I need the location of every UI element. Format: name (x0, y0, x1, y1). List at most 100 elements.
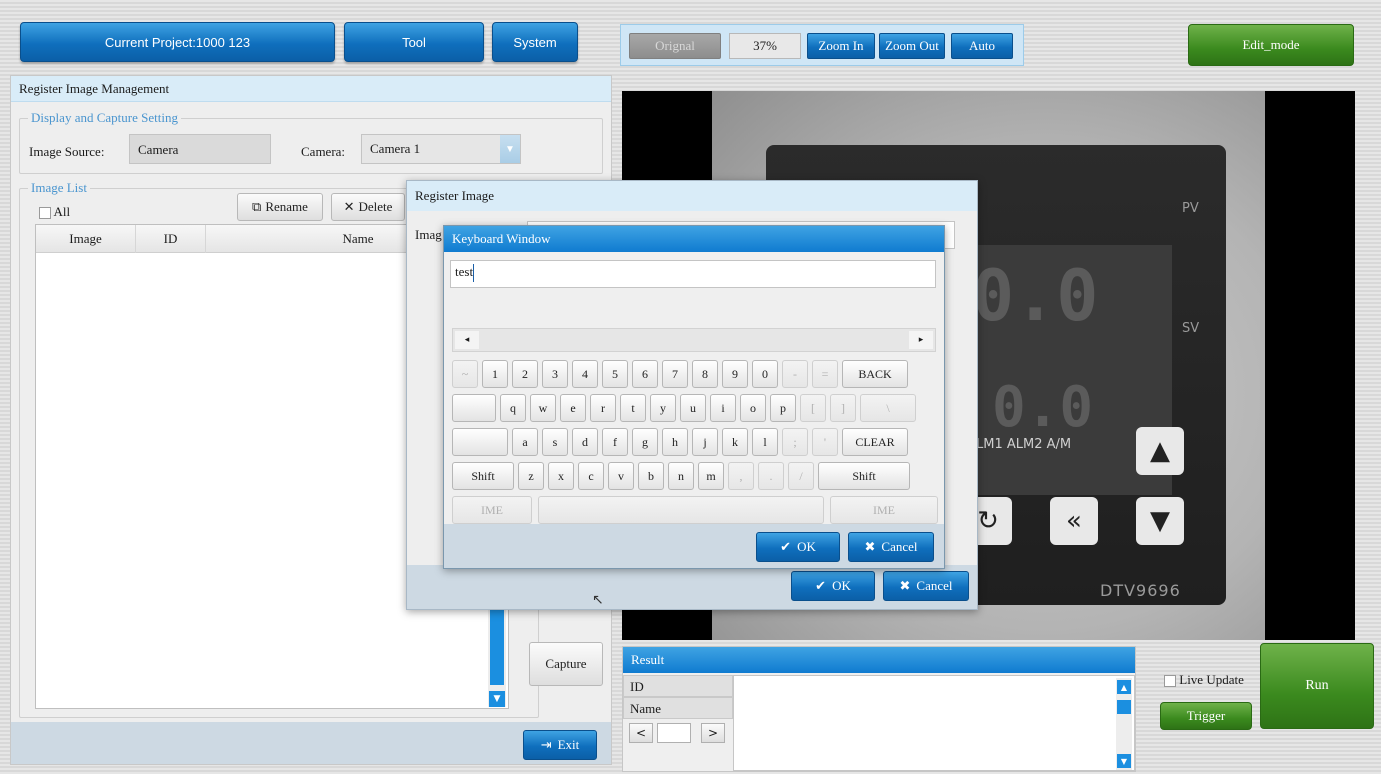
shift-left-key[interactable]: Shift (452, 462, 514, 490)
exit-button[interactable]: ⇥ Exit (523, 730, 597, 760)
key-0[interactable]: ~ (452, 360, 478, 388)
scroll-down-icon[interactable]: ▼ (489, 691, 505, 707)
key-2[interactable]: 2 (512, 360, 538, 388)
scroll-down-icon[interactable]: ▼ (1117, 754, 1131, 768)
camera-select[interactable]: Camera 1 ▼ (361, 134, 521, 164)
key-][interactable]: ] (830, 394, 856, 422)
run-button[interactable]: Run (1260, 643, 1374, 729)
auto-button[interactable]: Auto (951, 33, 1013, 59)
prev-page-button[interactable]: < (629, 723, 653, 743)
key-o[interactable]: o (740, 394, 766, 422)
checkmark-icon: ✔ (815, 578, 827, 593)
chevron-down-icon[interactable]: ▼ (500, 135, 520, 163)
key-1[interactable]: 1 (482, 360, 508, 388)
page-input[interactable] (657, 723, 691, 743)
key-10[interactable]: 0 (752, 360, 778, 388)
select-all-checkbox[interactable]: All (39, 204, 70, 220)
keyboard-input-text: test (455, 264, 474, 279)
key-\[interactable]: \ (860, 394, 916, 422)
key-c[interactable]: c (578, 462, 604, 490)
keyboard-ok-button[interactable]: ✔ OK (756, 532, 840, 562)
result-text-area[interactable]: ▲ ▼ (733, 675, 1135, 771)
key-b[interactable]: b (638, 462, 664, 490)
current-project-button[interactable]: Current Project:1000 123 (20, 22, 335, 62)
key-x[interactable]: x (548, 462, 574, 490)
key-f[interactable]: f (602, 428, 628, 456)
keyboard-input[interactable]: test (450, 260, 936, 288)
key-z[interactable]: z (518, 462, 544, 490)
delete-button[interactable]: ✕ Delete (331, 193, 405, 221)
shift-right-key[interactable]: Shift (818, 462, 910, 490)
key-v[interactable]: v (608, 462, 634, 490)
key-t[interactable]: t (620, 394, 646, 422)
key-n[interactable]: n (668, 462, 694, 490)
register-ok-button[interactable]: ✔ OK (791, 571, 875, 601)
camera-label: Camera: (301, 144, 346, 159)
tab-key[interactable] (452, 394, 496, 422)
caps-key[interactable] (452, 428, 508, 456)
key-4[interactable]: 4 (572, 360, 598, 388)
key-6[interactable]: 6 (632, 360, 658, 388)
key-s[interactable]: s (542, 428, 568, 456)
key-d[interactable]: d (572, 428, 598, 456)
register-cancel-button[interactable]: ✖ Cancel (883, 571, 969, 601)
key-a[interactable]: a (512, 428, 538, 456)
key-m[interactable]: m (698, 462, 724, 490)
checkmark-icon: ✔ (780, 539, 792, 554)
checkbox-icon[interactable] (39, 207, 51, 220)
key-u[interactable]: u (680, 394, 706, 422)
zoom-in-button[interactable]: Zoom In (807, 33, 875, 59)
space-key[interactable] (538, 496, 824, 524)
key-g[interactable]: g (632, 428, 658, 456)
live-update-checkbox[interactable]: Live Update (1164, 672, 1244, 688)
edit-mode-button[interactable]: Edit_mode (1188, 24, 1354, 66)
key-5[interactable]: 5 (602, 360, 628, 388)
key-q[interactable]: q (500, 394, 526, 422)
key-3[interactable]: 3 (542, 360, 568, 388)
clear-key[interactable]: CLEAR (842, 428, 908, 456)
system-button[interactable]: System (492, 22, 578, 62)
text-cursor (473, 264, 475, 283)
tool-button[interactable]: Tool (344, 22, 484, 62)
next-page-button[interactable]: > (701, 723, 725, 743)
capture-button[interactable]: Capture (529, 642, 603, 686)
zoom-out-button[interactable]: Zoom Out (879, 33, 945, 59)
key-;[interactable]: ; (782, 428, 808, 456)
key-12[interactable]: = (812, 360, 838, 388)
trigger-button[interactable]: Trigger (1160, 702, 1252, 730)
scroll-thumb[interactable] (1117, 700, 1131, 714)
key-9[interactable]: 9 (722, 360, 748, 388)
column-image[interactable]: Image (36, 225, 136, 253)
key-j[interactable]: j (692, 428, 718, 456)
key-w[interactable]: w (530, 394, 556, 422)
key-7[interactable]: 7 (662, 360, 688, 388)
original-button[interactable]: Orignal (629, 33, 721, 59)
key-'[interactable]: ' (812, 428, 838, 456)
result-scrollbar[interactable]: ▲ ▼ (1116, 678, 1132, 770)
key-/[interactable]: / (788, 462, 814, 490)
key-p[interactable]: p (770, 394, 796, 422)
key-r[interactable]: r (590, 394, 616, 422)
keyboard-cancel-button[interactable]: ✖ Cancel (848, 532, 934, 562)
key-i[interactable]: i (710, 394, 736, 422)
key-k[interactable]: k (722, 428, 748, 456)
key-y[interactable]: y (650, 394, 676, 422)
scroll-right-icon[interactable]: ▸ (909, 331, 933, 349)
key-.[interactable]: . (758, 462, 784, 490)
scroll-left-icon[interactable]: ◂ (455, 331, 479, 349)
ime-right-key[interactable]: IME (830, 496, 938, 524)
key-e[interactable]: e (560, 394, 586, 422)
back-key[interactable]: BACK (842, 360, 908, 388)
candidate-scrollbar[interactable]: ◂ ▸ (452, 328, 936, 352)
key-h[interactable]: h (662, 428, 688, 456)
key-l[interactable]: l (752, 428, 778, 456)
key-8[interactable]: 8 (692, 360, 718, 388)
column-id[interactable]: ID (136, 225, 206, 253)
checkbox-icon[interactable] (1164, 675, 1176, 688)
key-11[interactable]: - (782, 360, 808, 388)
scroll-up-icon[interactable]: ▲ (1117, 680, 1131, 694)
key-[[interactable]: [ (800, 394, 826, 422)
ime-left-key[interactable]: IME (452, 496, 532, 524)
rename-button[interactable]: ⧉ Rename (237, 193, 323, 221)
key-,[interactable]: , (728, 462, 754, 490)
